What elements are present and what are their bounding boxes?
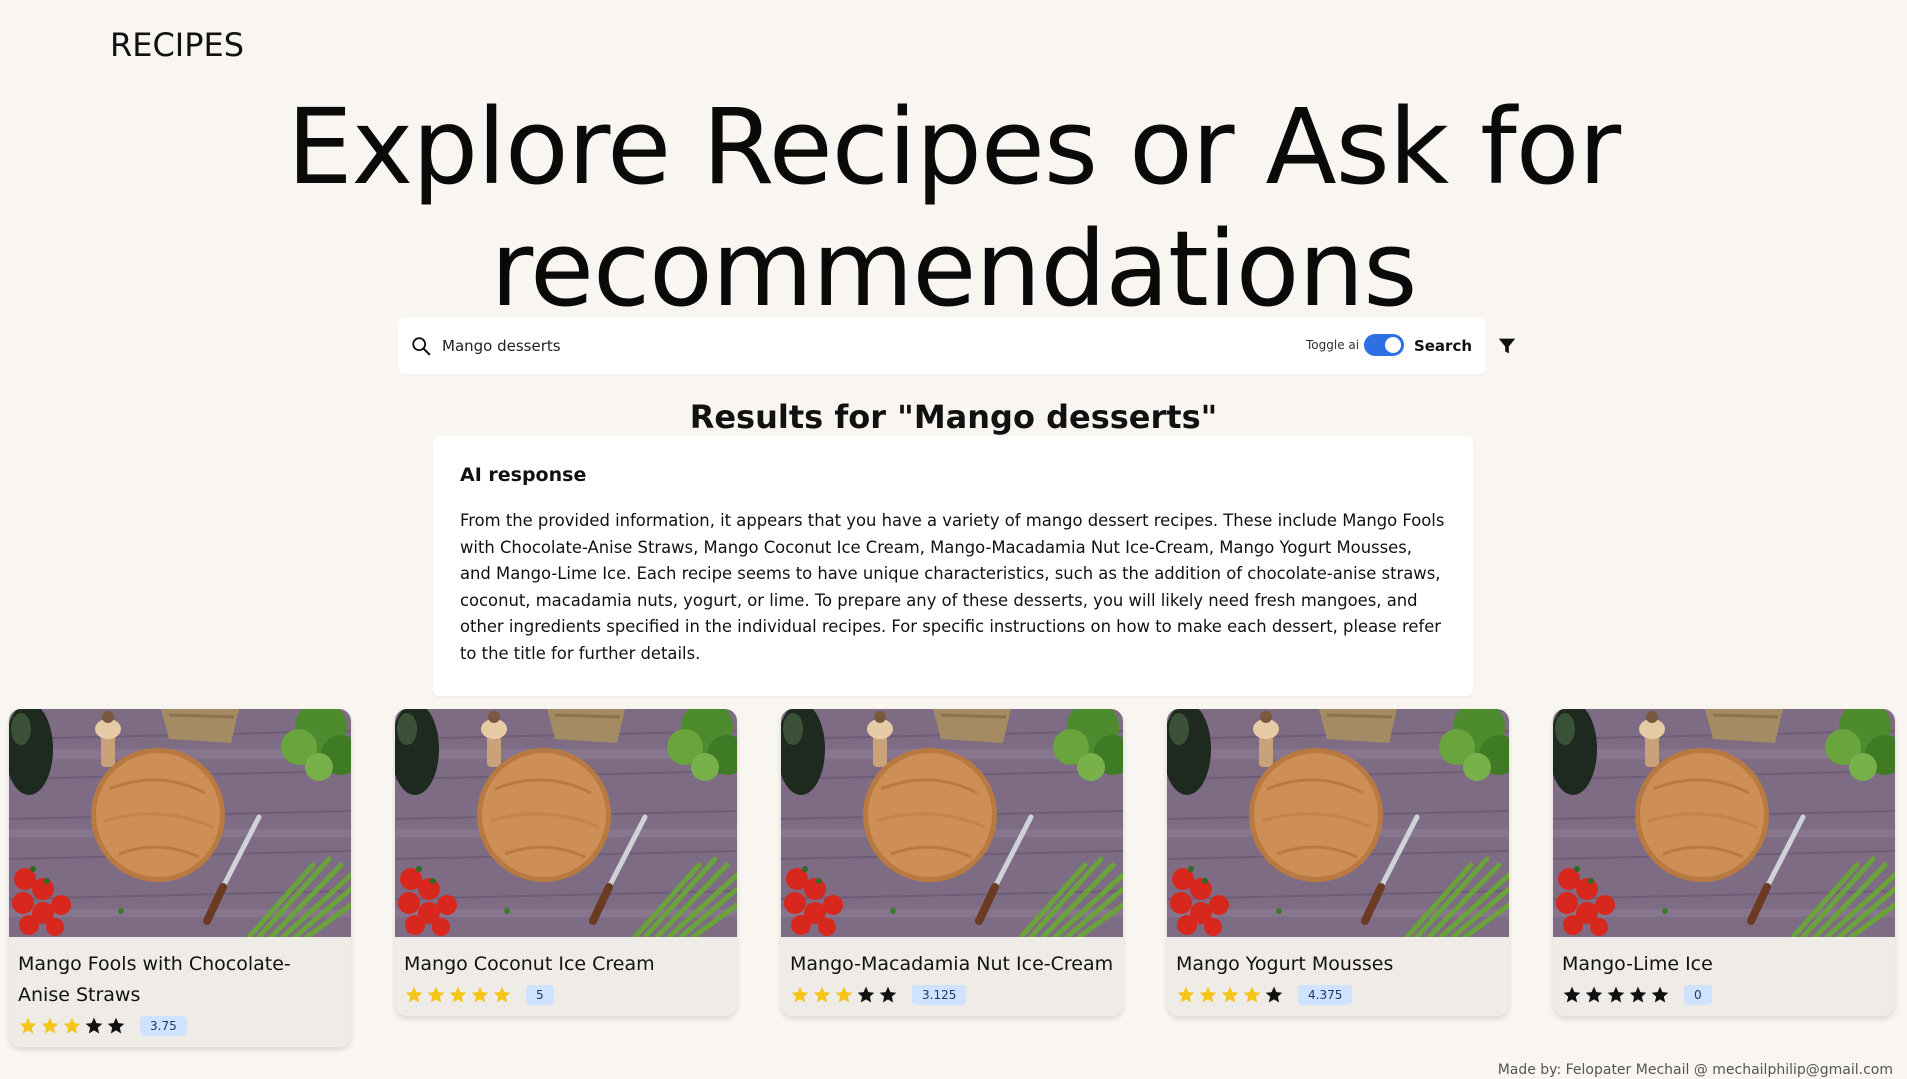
recipe-card[interactable]: Mango-Lime Ice 0 [1553,709,1895,1016]
recipe-title: Mango-Lime Ice [1562,953,1713,975]
recipe-card[interactable]: Mango-Macadamia Nut Ice-Cream 3.125 [781,709,1123,1016]
star-empty-icon [1584,985,1604,1005]
star-empty-icon [1562,985,1582,1005]
rating-badge: 0 [1684,985,1712,1005]
ai-response-text: From the provided information, it appear… [460,511,1445,663]
search-icon [412,337,431,356]
recipe-card-body: Mango Fools with Chocolate-Anise Straws 3… [9,937,351,1047]
recipe-card-body: Mango-Macadamia Nut Ice-Cream 3.125 [781,937,1123,1016]
toggle-ai-switch[interactable] [1364,334,1404,356]
star-filled-icon [834,985,854,1005]
star-filled-icon [1242,985,1262,1005]
recipe-title: Mango-Macadamia Nut Ice-Cream [790,953,1114,975]
results-title: Results for "Mango desserts" [689,398,1218,436]
star-empty-icon [84,1016,104,1036]
star-filled-icon [18,1016,38,1036]
page-title: Explore Recipes or Ask for recommendatio… [286,86,1621,330]
filter-icon[interactable] [1496,335,1518,357]
star-filled-icon [1220,985,1240,1005]
recipe-image [395,709,737,937]
search-bar: Toggle ai Search [398,318,1486,374]
star-rating: 5 [404,984,728,1006]
star-empty-icon [1606,985,1626,1005]
rating-badge: 3.125 [912,985,967,1005]
star-filled-icon [812,985,832,1005]
recipe-image [1167,709,1509,937]
recipe-card[interactable]: Mango Coconut Ice Cream 5 [395,709,737,1016]
brand-logo[interactable]: RECIPES [110,26,244,64]
recipe-title: Mango Yogurt Mousses [1176,953,1394,975]
toggle-ai-label: Toggle ai [1306,338,1360,352]
star-filled-icon [492,985,512,1005]
star-empty-icon [878,985,898,1005]
search-button[interactable]: Search [1410,331,1476,361]
recipe-title: Mango Coconut Ice Cream [404,953,655,975]
star-filled-icon [790,985,810,1005]
recipe-title: Mango Fools with Chocolate-Anise Straws [18,953,291,1006]
star-filled-icon [404,985,424,1005]
recipe-card-body: Mango Coconut Ice Cream 5 [395,937,737,1016]
rating-badge: 5 [526,985,554,1005]
star-filled-icon [40,1016,60,1036]
toggle-knob [1385,337,1401,353]
recipe-card-body: Mango-Lime Ice 0 [1553,937,1895,1016]
footer-credit: Made by: Felopater Mechail @ mechailphil… [1497,1062,1893,1078]
recipe-image [1553,709,1895,937]
star-empty-icon [856,985,876,1005]
ai-response-heading: AI response [460,464,587,486]
star-empty-icon [1628,985,1648,1005]
rating-badge: 4.375 [1298,985,1353,1005]
star-rating: 0 [1562,984,1886,1006]
recipe-image [9,709,351,937]
star-filled-icon [1198,985,1218,1005]
recipe-card-grid: Mango Fools with Chocolate-Anise Straws 3… [9,709,1899,1049]
star-empty-icon [106,1016,126,1036]
search-input[interactable] [442,330,1222,362]
star-filled-icon [448,985,468,1005]
recipe-card[interactable]: Mango Yogurt Mousses 4.375 [1167,709,1509,1016]
star-empty-icon [1650,985,1670,1005]
ai-response-card: AI response From the provided informatio… [433,436,1473,696]
star-filled-icon [426,985,446,1005]
star-filled-icon [470,985,490,1005]
recipe-card-body: Mango Yogurt Mousses 4.375 [1167,937,1509,1016]
star-filled-icon [1176,985,1196,1005]
star-rating: 3.75 [18,1015,342,1037]
star-rating: 4.375 [1176,984,1500,1006]
star-empty-icon [1264,985,1284,1005]
recipe-card[interactable]: Mango Fools with Chocolate-Anise Straws 3… [9,709,351,1047]
rating-badge: 3.75 [140,1016,187,1036]
star-rating: 3.125 [790,984,1114,1006]
star-filled-icon [62,1016,82,1036]
recipe-image [781,709,1123,937]
